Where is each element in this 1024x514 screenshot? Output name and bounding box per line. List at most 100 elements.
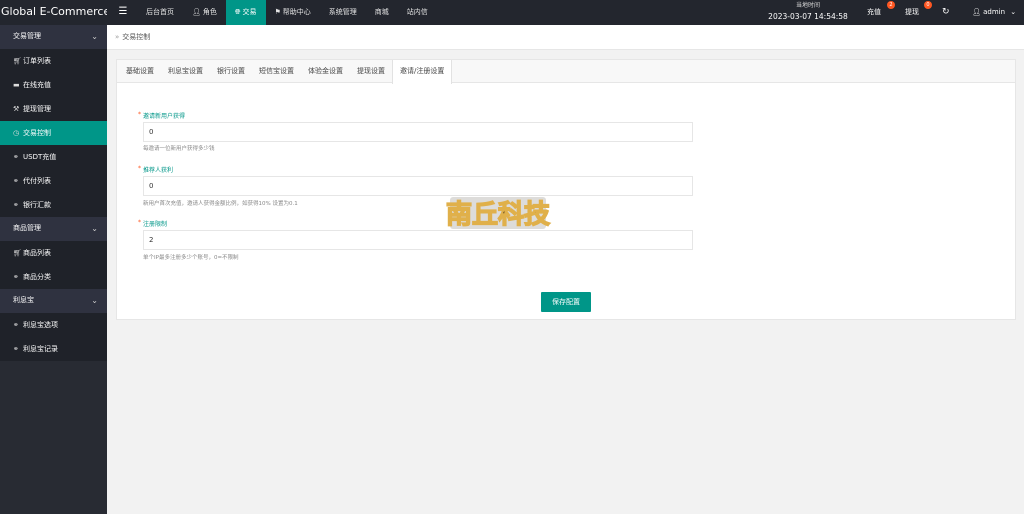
nav-system[interactable]: 系统管理: [320, 0, 366, 25]
nav-mall[interactable]: 商城: [366, 0, 398, 25]
local-time-label: 当地时间: [795, 2, 820, 9]
save-config-button[interactable]: 保存配置: [541, 292, 591, 312]
sidebar-group-trade[interactable]: 交易管理 ⌄: [0, 25, 107, 49]
username: admin: [983, 8, 1006, 16]
nav-messages[interactable]: 站内信: [398, 0, 437, 25]
tab-bank[interactable]: 银行设置: [210, 60, 252, 83]
tab-invite-register[interactable]: 邀请/注册设置: [392, 60, 453, 84]
sidebar-group-label: 交易管理: [13, 32, 41, 40]
sidebar-item-label: 交易控制: [23, 129, 51, 137]
tab-withdraw[interactable]: 提现设置: [350, 60, 392, 83]
required-mark: *: [138, 219, 141, 226]
sidebar-group-products[interactable]: 商品管理 ⌄: [0, 217, 107, 241]
breadcrumb: » 交易控制: [107, 25, 1024, 50]
tab-interest[interactable]: 利息宝设置: [161, 60, 210, 83]
cart-icon: 🛒︎: [13, 249, 22, 257]
user-icon: 👤︎: [192, 8, 201, 16]
top-header: Global E-Commerce... ☰ 后台首页 👤︎角色 🌐︎交易 ⚑帮…: [0, 0, 1024, 25]
register-limit-help: 单个IP最多注册多少个账号，0=不限制: [143, 255, 239, 261]
sidebar-item-interest-options[interactable]: ⚭ 利息宝选项: [0, 313, 107, 337]
tab-sms[interactable]: 短信宝设置: [252, 60, 301, 83]
referrer-profit-label: * 推荐人获利: [138, 165, 173, 174]
nav-home[interactable]: 后台首页: [137, 0, 183, 25]
sidebar-item-product-categories[interactable]: ⚭ 商品分类: [0, 265, 107, 289]
nav-help-label: 帮助中心: [282, 8, 311, 16]
nav-messages-label: 站内信: [406, 8, 428, 16]
nav-mall-label: 商城: [374, 8, 389, 16]
refresh-icon[interactable]: ↻: [942, 0, 950, 25]
sidebar-item-usdt-recharge[interactable]: ⚭ USDT充值: [0, 145, 107, 169]
sidebar-item-trade-control[interactable]: ◷ 交易控制: [0, 121, 107, 145]
local-time-value: 2023-03-07 14:54:58: [768, 12, 848, 21]
breadcrumb-current[interactable]: 交易控制: [122, 33, 150, 41]
chevron-down-icon: ⌄: [91, 32, 98, 41]
link-icon: ⚭: [13, 345, 19, 353]
invite-reward-help: 每邀请一位新用户获得多少钱: [143, 146, 215, 152]
sidebar-item-interest-records[interactable]: ⚭ 利息宝记录: [0, 337, 107, 361]
nav-home-label: 后台首页: [146, 8, 174, 16]
cart-icon: 🛒︎: [13, 57, 22, 65]
breadcrumb-separator: »: [115, 33, 120, 41]
sidebar-item-label: 提现管理: [23, 105, 51, 113]
gavel-icon: ⚒: [13, 105, 20, 113]
flag-icon: ⚑: [274, 8, 281, 16]
nav-help[interactable]: ⚑ 帮助中心: [266, 0, 320, 25]
link-icon: ⚭: [13, 321, 19, 329]
referrer-profit-help: 新用户首次充值，邀请人获得金额比例，如获得10% 设置为0.1: [143, 201, 298, 207]
sidebar-item-bank-transfer[interactable]: ⚭ 银行汇款: [0, 193, 107, 217]
link-icon: ⚭: [13, 177, 19, 185]
chevron-down-icon: ⌄: [91, 296, 98, 305]
menu-toggle-icon[interactable]: ☰: [113, 0, 133, 25]
chevron-down-icon: ⌄: [1010, 8, 1017, 16]
sidebar-item-withdrawals[interactable]: ⚒ 提现管理: [0, 97, 107, 121]
user-icon: 👤︎: [972, 8, 981, 16]
sidebar-item-label: 代付列表: [23, 177, 51, 185]
sidebar-item-online-recharge[interactable]: ▬ 在线充值: [0, 73, 107, 97]
tab-trial-fund[interactable]: 体验金设置: [301, 60, 350, 83]
sidebar-item-label: 利息宝选项: [23, 321, 58, 329]
nav-roles-label: 角色: [202, 8, 217, 16]
invite-reward-label-text: 邀请新用户获得: [143, 113, 186, 120]
sidebar-item-label: 银行汇款: [23, 201, 51, 209]
globe-icon: 🌐︎: [234, 8, 241, 16]
withdraw-badge: 0: [924, 1, 932, 9]
dashboard-icon: ◷: [13, 129, 20, 137]
required-mark: *: [138, 111, 141, 118]
chat-icon: ▬: [13, 81, 20, 89]
sidebar-item-payouts[interactable]: ⚭ 代付列表: [0, 169, 107, 193]
local-time: 当地时间 2023-03-07 14:54:58: [760, 1, 856, 24]
referrer-profit-input[interactable]: 0: [143, 176, 693, 196]
nav-trade[interactable]: 🌐︎ 交易: [225, 0, 266, 25]
sidebar-item-label: 商品分类: [23, 273, 51, 281]
recharge-label: 充值: [867, 8, 881, 16]
required-mark: *: [138, 165, 141, 172]
sidebar-item-orders[interactable]: 🛒︎订单列表: [0, 49, 107, 73]
sidebar-group-label: 商品管理: [13, 224, 41, 232]
top-nav: 后台首页 👤︎ 角色 🌐︎ 交易 ⚑ 帮助中心 系统管理 商城 站内信: [137, 0, 437, 25]
sidebar-item-label: USDT充值: [23, 153, 57, 161]
nav-system-label: 系统管理: [328, 8, 357, 16]
withdraw-link[interactable]: 提现: [905, 0, 919, 25]
sidebar-group-interest[interactable]: 利息宝 ⌄: [0, 289, 107, 313]
user-menu[interactable]: 👤︎ admin ⌄: [972, 0, 1016, 25]
sidebar: 交易管理 ⌄ 🛒︎订单列表 ▬ 在线充值 ⚒ 提现管理 ◷ 交易控制 ⚭ USDT充值 …: [0, 25, 107, 514]
link-icon: ⚭: [13, 153, 19, 161]
nav-roles[interactable]: 👤︎ 角色: [183, 0, 226, 25]
sidebar-item-label: 在线充值: [23, 81, 51, 89]
settings-tabs: 基础设置 利息宝设置 银行设置 短信宝设置 体验金设置 提现设置 邀请/注册设置: [117, 60, 1015, 84]
link-icon: ⚭: [13, 201, 19, 209]
register-limit-input[interactable]: 2: [143, 230, 693, 250]
app-title[interactable]: Global E-Commerce...: [0, 0, 107, 25]
sidebar-item-product-list[interactable]: 🛒︎商品列表: [0, 241, 107, 265]
link-icon: ⚭: [13, 273, 19, 281]
recharge-badge: 2: [887, 1, 895, 9]
invite-reward-input[interactable]: 0: [143, 122, 693, 142]
sidebar-item-label: 订单列表: [23, 57, 51, 65]
svg-text:南丘科技: 南丘科技: [446, 200, 550, 230]
sidebar-item-label: 商品列表: [23, 249, 51, 257]
chevron-down-icon: ⌄: [91, 224, 98, 233]
invite-reward-label: * 邀请新用户获得: [138, 111, 185, 120]
recharge-link[interactable]: 充值: [867, 0, 881, 25]
register-limit-label-text: 注册限制: [143, 221, 168, 228]
tab-basic[interactable]: 基础设置: [119, 60, 161, 83]
